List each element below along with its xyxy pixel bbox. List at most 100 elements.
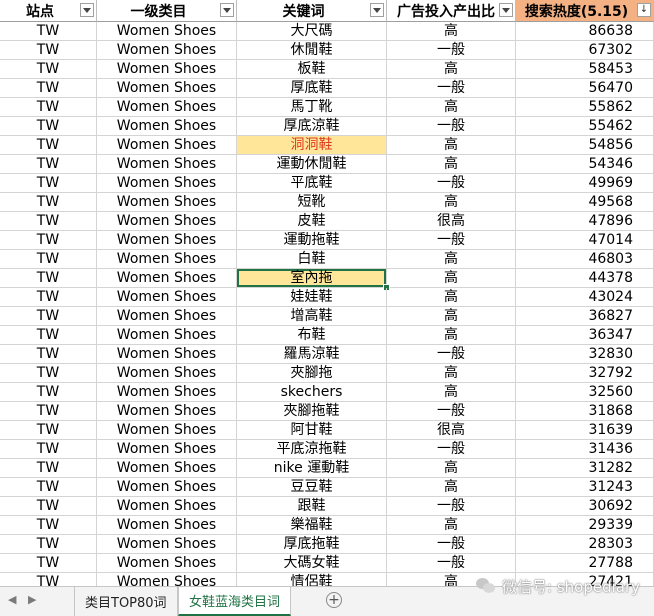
cell-category[interactable]: Women Shoes	[97, 307, 237, 326]
cell-site[interactable]: TW	[0, 440, 97, 459]
cell-keyword[interactable]: 阿甘鞋	[237, 421, 387, 440]
cell-site[interactable]: TW	[0, 364, 97, 383]
cell-ad-roi[interactable]: 一般	[387, 497, 516, 516]
cell-category[interactable]: Women Shoes	[97, 250, 237, 269]
add-sheet-icon[interactable]: +	[326, 592, 342, 608]
cell-category[interactable]: Women Shoes	[97, 41, 237, 60]
cell-ad-roi[interactable]: 高	[387, 98, 516, 117]
cell-category[interactable]: Women Shoes	[97, 136, 237, 155]
cell-search-heat[interactable]: 44378	[516, 269, 654, 288]
cell-keyword[interactable]: 大尺碼	[237, 22, 387, 41]
cell-category[interactable]: Women Shoes	[97, 231, 237, 250]
cell-keyword[interactable]: 平底涼拖鞋	[237, 440, 387, 459]
cell-category[interactable]: Women Shoes	[97, 79, 237, 98]
cell-ad-roi[interactable]: 高	[387, 516, 516, 535]
cell-search-heat[interactable]: 32830	[516, 345, 654, 364]
cell-category[interactable]: Women Shoes	[97, 421, 237, 440]
cell-site[interactable]: TW	[0, 345, 97, 364]
cell-search-heat[interactable]: 36827	[516, 307, 654, 326]
cell-site[interactable]: TW	[0, 421, 97, 440]
cell-category[interactable]: Women Shoes	[97, 478, 237, 497]
cell-site[interactable]: TW	[0, 22, 97, 41]
cell-category[interactable]: Women Shoes	[97, 60, 237, 79]
cell-ad-roi[interactable]: 一般	[387, 174, 516, 193]
cell-site[interactable]: TW	[0, 231, 97, 250]
cell-category[interactable]: Women Shoes	[97, 402, 237, 421]
cell-site[interactable]: TW	[0, 60, 97, 79]
cell-site[interactable]: TW	[0, 516, 97, 535]
cell-ad-roi[interactable]: 一般	[387, 535, 516, 554]
cell-search-heat[interactable]: 47014	[516, 231, 654, 250]
filter-dropdown-icon[interactable]	[220, 3, 234, 17]
cell-keyword[interactable]: 洞洞鞋	[237, 136, 387, 155]
cell-category[interactable]: Women Shoes	[97, 364, 237, 383]
tab-womens-shoes-blue-ocean[interactable]: 女鞋蓝海类目词	[178, 587, 292, 616]
cell-ad-roi[interactable]: 很高	[387, 421, 516, 440]
cell-category[interactable]: Women Shoes	[97, 326, 237, 345]
cell-site[interactable]: TW	[0, 212, 97, 231]
cell-ad-roi[interactable]: 一般	[387, 231, 516, 250]
cell-site[interactable]: TW	[0, 554, 97, 573]
cell-ad-roi[interactable]: 高	[387, 60, 516, 79]
cell-category[interactable]: Women Shoes	[97, 383, 237, 402]
cell-keyword[interactable]: 大碼女鞋	[237, 554, 387, 573]
cell-ad-roi[interactable]: 一般	[387, 41, 516, 60]
header-ad-roi[interactable]: 广告投入产出比	[387, 0, 516, 22]
cell-site[interactable]: TW	[0, 79, 97, 98]
header-keyword[interactable]: 关键词	[237, 0, 387, 22]
cell-site[interactable]: TW	[0, 193, 97, 212]
filter-dropdown-icon[interactable]	[80, 3, 94, 17]
cell-keyword[interactable]: nike 運動鞋	[237, 459, 387, 478]
cell-search-heat[interactable]: 43024	[516, 288, 654, 307]
cell-keyword[interactable]: 板鞋	[237, 60, 387, 79]
cell-search-heat[interactable]: 54346	[516, 155, 654, 174]
cell-ad-roi[interactable]: 高	[387, 22, 516, 41]
cell-keyword[interactable]: 跟鞋	[237, 497, 387, 516]
cell-ad-roi[interactable]: 一般	[387, 79, 516, 98]
cell-site[interactable]: TW	[0, 41, 97, 60]
cell-ad-roi[interactable]: 高	[387, 269, 516, 288]
cell-category[interactable]: Women Shoes	[97, 554, 237, 573]
cell-search-heat[interactable]: 31243	[516, 478, 654, 497]
cell-ad-roi[interactable]: 一般	[387, 440, 516, 459]
cell-keyword[interactable]: 白鞋	[237, 250, 387, 269]
cell-keyword[interactable]: 夾腳拖	[237, 364, 387, 383]
cell-ad-roi[interactable]: 很高	[387, 212, 516, 231]
cell-keyword[interactable]: 豆豆鞋	[237, 478, 387, 497]
cell-search-heat[interactable]: 54856	[516, 136, 654, 155]
cell-keyword[interactable]: 厚底鞋	[237, 79, 387, 98]
cell-search-heat[interactable]: 30692	[516, 497, 654, 516]
cell-category[interactable]: Women Shoes	[97, 535, 237, 554]
cell-category[interactable]: Women Shoes	[97, 269, 237, 288]
cell-keyword[interactable]: 增高鞋	[237, 307, 387, 326]
cell-ad-roi[interactable]: 高	[387, 155, 516, 174]
scroll-left-icon[interactable]: ◀	[8, 593, 16, 606]
cell-keyword[interactable]: 厚底涼鞋	[237, 117, 387, 136]
cell-category[interactable]: Women Shoes	[97, 516, 237, 535]
cell-keyword[interactable]: 運動拖鞋	[237, 231, 387, 250]
cell-ad-roi[interactable]: 高	[387, 136, 516, 155]
cell-keyword[interactable]: 馬丁靴	[237, 98, 387, 117]
cell-keyword[interactable]: 室內拖	[237, 269, 387, 288]
cell-ad-roi[interactable]: 高	[387, 326, 516, 345]
cell-site[interactable]: TW	[0, 402, 97, 421]
header-search-heat[interactable]: 搜索热度(5.15) ↓	[516, 0, 654, 22]
cell-ad-roi[interactable]: 一般	[387, 554, 516, 573]
cell-search-heat[interactable]: 58453	[516, 60, 654, 79]
cell-category[interactable]: Women Shoes	[97, 212, 237, 231]
cell-site[interactable]: TW	[0, 573, 97, 586]
cell-keyword[interactable]: 布鞋	[237, 326, 387, 345]
cell-ad-roi[interactable]: 高	[387, 364, 516, 383]
cell-keyword[interactable]: 休閒鞋	[237, 41, 387, 60]
cell-site[interactable]: TW	[0, 288, 97, 307]
sort-descending-icon[interactable]: ↓	[637, 3, 651, 17]
cell-ad-roi[interactable]: 高	[387, 383, 516, 402]
cell-search-heat[interactable]: 36347	[516, 326, 654, 345]
header-category[interactable]: 一级类目	[97, 0, 237, 22]
cell-site[interactable]: TW	[0, 326, 97, 345]
cell-site[interactable]: TW	[0, 269, 97, 288]
cell-category[interactable]: Women Shoes	[97, 174, 237, 193]
cell-site[interactable]: TW	[0, 307, 97, 326]
cell-search-heat[interactable]: 67302	[516, 41, 654, 60]
cell-search-heat[interactable]: 32792	[516, 364, 654, 383]
